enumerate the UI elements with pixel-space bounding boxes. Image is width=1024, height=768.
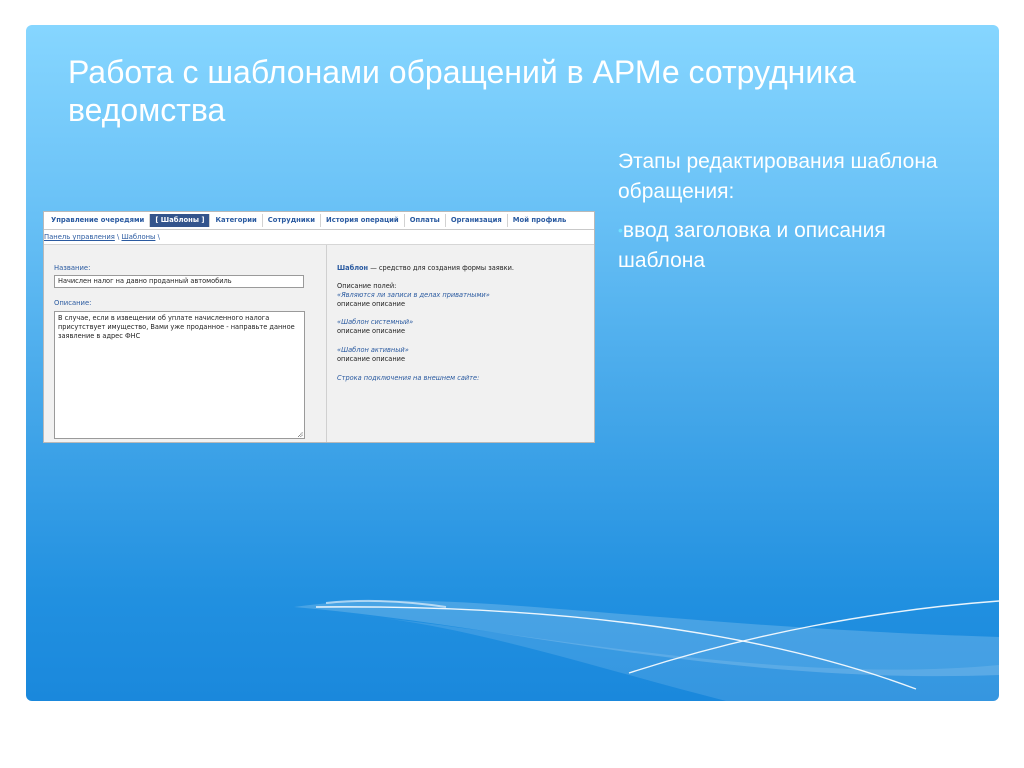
step-text: ввод заголовка и описания шаблона	[618, 219, 886, 272]
content-area: Название: Начислен налог на давно продан…	[44, 245, 594, 442]
name-label: Название:	[54, 264, 91, 272]
help-panel: Шаблон — средство для создания формы зая…	[327, 245, 594, 442]
description-label: Описание:	[54, 299, 92, 307]
template-name-input[interactable]: Начислен налог на давно проданный автомо…	[54, 275, 304, 288]
help-intro: Шаблон — средство для создания формы зая…	[337, 264, 514, 273]
steps-heading: Этапы редактирования шаблона обращения:	[618, 150, 938, 203]
tab-organization[interactable]: Организация	[446, 214, 508, 227]
top-nav: Управление очередями [ Шаблоны ] Категор…	[44, 212, 594, 230]
breadcrumb-separator: \	[157, 233, 160, 241]
help-embed-string-link[interactable]: Строка подключения на внешнем сайте:	[337, 374, 479, 383]
help-field-system-link[interactable]: «Шаблон системный»	[337, 318, 413, 327]
help-field-active-desc: описание описание	[337, 355, 405, 363]
step-item: •ввод заголовка и описания шаблона	[618, 215, 958, 276]
template-description-textarea[interactable]: В случае, если в извещении об уплате нач…	[54, 311, 305, 439]
template-form: Название: Начислен налог на давно продан…	[44, 245, 327, 442]
tab-my-profile[interactable]: Мой профиль	[508, 214, 572, 227]
tab-categories[interactable]: Категории	[210, 214, 263, 227]
description-text: В случае, если в извещении об уплате нач…	[58, 314, 295, 340]
fields-label: Описание полей:	[337, 282, 397, 290]
help-lead-text: — средство для создания формы заявки.	[368, 264, 514, 272]
help-field-system-desc: описание описание	[337, 327, 405, 335]
resize-handle-icon[interactable]	[298, 432, 303, 437]
tab-payments[interactable]: Оплаты	[405, 214, 446, 227]
help-field-private-link[interactable]: «Являются ли записи в делах приватными»	[337, 291, 490, 300]
tab-employees[interactable]: Сотрудники	[263, 214, 322, 227]
steps-list: •ввод заголовка и описания шаблона	[618, 215, 958, 276]
tab-queues[interactable]: Управление очередями	[46, 214, 151, 227]
breadcrumb-templates-link[interactable]: Шаблоны	[121, 233, 155, 241]
breadcrumb-home-link[interactable]: Панель управления	[44, 233, 115, 241]
app-screenshot: Управление очередями [ Шаблоны ] Категор…	[43, 211, 595, 443]
tab-history[interactable]: История операций	[321, 214, 405, 227]
tab-templates[interactable]: [ Шаблоны ]	[150, 214, 211, 227]
slide-title: Работа с шаблонами обращений в АРМе сотр…	[68, 54, 856, 128]
help-field-private-desc: описание описание	[337, 300, 405, 308]
help-field-active-link[interactable]: «Шаблон активный»	[337, 346, 409, 355]
breadcrumb: Панель управления \ Шаблоны \	[44, 230, 594, 245]
breadcrumb-separator: \	[117, 233, 120, 241]
help-lead-word: Шаблон	[337, 264, 369, 272]
